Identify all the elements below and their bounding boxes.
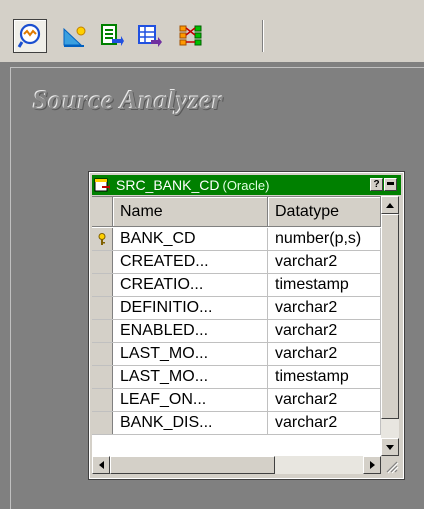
column-datatype-cell[interactable]: varchar2 [268,389,381,411]
column-name-cell[interactable]: LAST_MO... [113,366,268,388]
column-row[interactable]: LAST_MO... varchar2 [92,343,381,366]
vertical-scrollbar[interactable] [381,196,399,456]
column-name-cell[interactable]: CREATED... [113,251,268,273]
designer-toolbar [0,0,424,63]
horizontal-scroll-thumb[interactable] [110,456,275,474]
primary-key-icon [98,233,106,245]
row-selector[interactable] [92,251,113,273]
transformation-developer-button[interactable] [94,19,128,53]
arrow-down-icon [386,444,394,450]
column-row[interactable]: ENABLED... varchar2 [92,320,381,343]
column-datatype-cell[interactable]: varchar2 [268,320,381,342]
row-selector[interactable] [92,320,113,342]
help-button[interactable]: ? [370,178,383,191]
column-name-cell[interactable]: CREATIO... [113,274,268,296]
scroll-right-button[interactable] [363,456,381,474]
mapplet-designer-icon [138,25,162,47]
scroll-down-button[interactable] [381,438,399,456]
column-row[interactable]: CREATED... varchar2 [92,251,381,274]
arrow-right-icon [369,461,375,469]
arrow-up-icon [386,202,394,208]
column-name-cell[interactable]: BANK_CD [113,228,268,250]
column-name-cell[interactable]: DEFINITIO... [113,297,268,319]
arrow-left-icon [98,461,104,469]
workspace-title: Source Analyzer [33,85,224,115]
column-name-cell[interactable]: ENABLED... [113,320,268,342]
resize-grip[interactable] [381,456,399,474]
column-datatype-cell[interactable]: number(p,s) [268,228,381,250]
scroll-left-button[interactable] [92,456,110,474]
column-datatype-cell[interactable]: timestamp [268,366,381,388]
column-row[interactable]: LEAF_ON... varchar2 [92,389,381,412]
columns-grid: Name Datatype BANK_CD number(p,s) CREATED.… [92,196,381,457]
mapplet-designer-button[interactable] [132,19,166,53]
resize-grip-icon [386,461,399,474]
header-corner [92,197,113,227]
scroll-up-button[interactable] [381,196,399,214]
row-selector[interactable] [92,389,113,411]
column-row[interactable]: BANK_CD number(p,s) [92,228,381,251]
source-definition-window[interactable]: SRC_BANK_CD (Oracle) ? Name Datatype BAN… [88,171,405,480]
minimize-icon [387,182,394,185]
column-name-cell[interactable]: LEAF_ON... [113,389,268,411]
minimize-button[interactable] [384,178,397,191]
toolbar-separator [262,20,264,52]
row-selector[interactable] [92,412,113,434]
row-selector[interactable] [92,228,113,250]
row-selector[interactable] [92,366,113,388]
grid-header: Name Datatype [92,197,381,227]
column-name-cell[interactable]: BANK_DIS... [113,412,268,434]
column-datatype-cell[interactable]: varchar2 [268,343,381,365]
column-datatype-cell[interactable]: timestamp [268,274,381,296]
mapping-designer-icon [179,25,202,46]
row-selector[interactable] [92,343,113,365]
column-row[interactable]: CREATIO... timestamp [92,274,381,297]
horizontal-scrollbar[interactable] [92,456,381,474]
source-analyzer-button[interactable] [13,19,47,53]
target-designer-icon [63,26,86,47]
column-row[interactable]: DEFINITIO... varchar2 [92,297,381,320]
transformation-developer-icon [101,24,124,46]
grid-rows: BANK_CD number(p,s) CREATED... varchar2 CREA… [92,228,381,435]
source-db-type: (Oracle) [222,177,270,193]
column-row[interactable]: BANK_DIS... varchar2 [92,412,381,435]
vertical-scroll-thumb[interactable] [381,214,399,419]
column-datatype-cell[interactable]: varchar2 [268,251,381,273]
target-designer-button[interactable] [57,19,91,53]
column-header-name[interactable]: Name [113,197,268,227]
source-title-bar[interactable]: SRC_BANK_CD (Oracle) ? [92,175,401,195]
column-row[interactable]: LAST_MO... timestamp [92,366,381,389]
mapping-designer-button[interactable] [174,19,208,53]
column-datatype-cell[interactable]: varchar2 [268,297,381,319]
row-selector[interactable] [92,274,113,296]
column-name-cell[interactable]: LAST_MO... [113,343,268,365]
column-datatype-cell[interactable]: varchar2 [268,412,381,434]
source-analyzer-icon [17,23,41,48]
row-selector[interactable] [92,297,113,319]
source-definition-icon [93,176,111,194]
source-name: SRC_BANK_CD [116,177,220,193]
column-header-datatype[interactable]: Datatype [268,197,381,227]
